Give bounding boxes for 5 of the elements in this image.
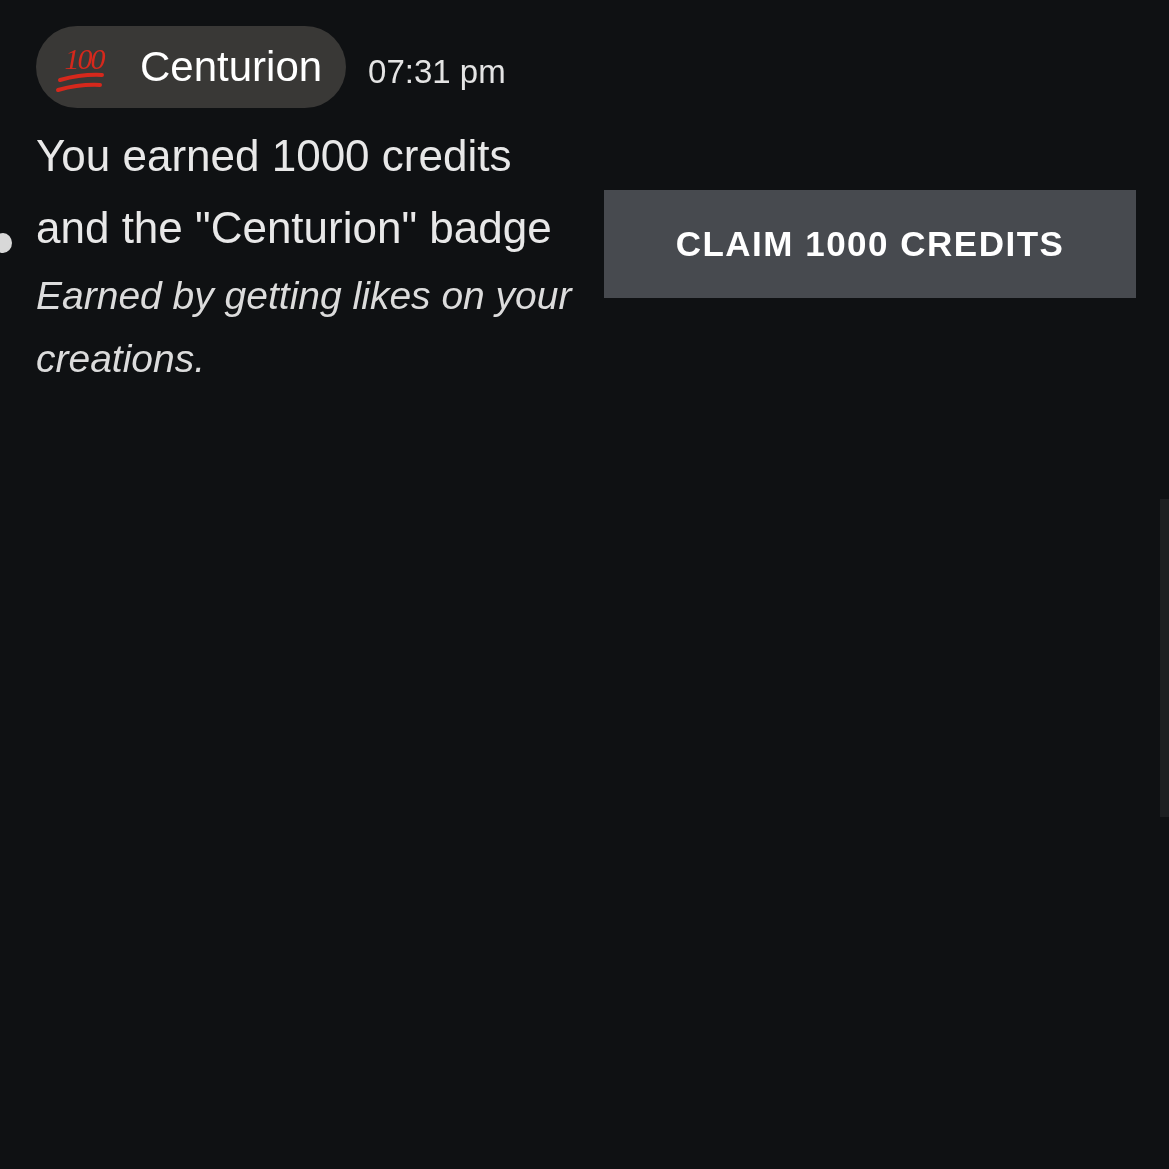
badge-name: Centurion [140,43,323,91]
claim-button[interactable]: CLAIM 1000 CREDITS [604,190,1136,298]
badge-description: Earned by getting likes on your creations. [36,273,574,382]
timestamp: 07:31 pm [368,53,506,91]
message-text: You earned 1000 credits and the "Centurion" badge [36,130,553,254]
